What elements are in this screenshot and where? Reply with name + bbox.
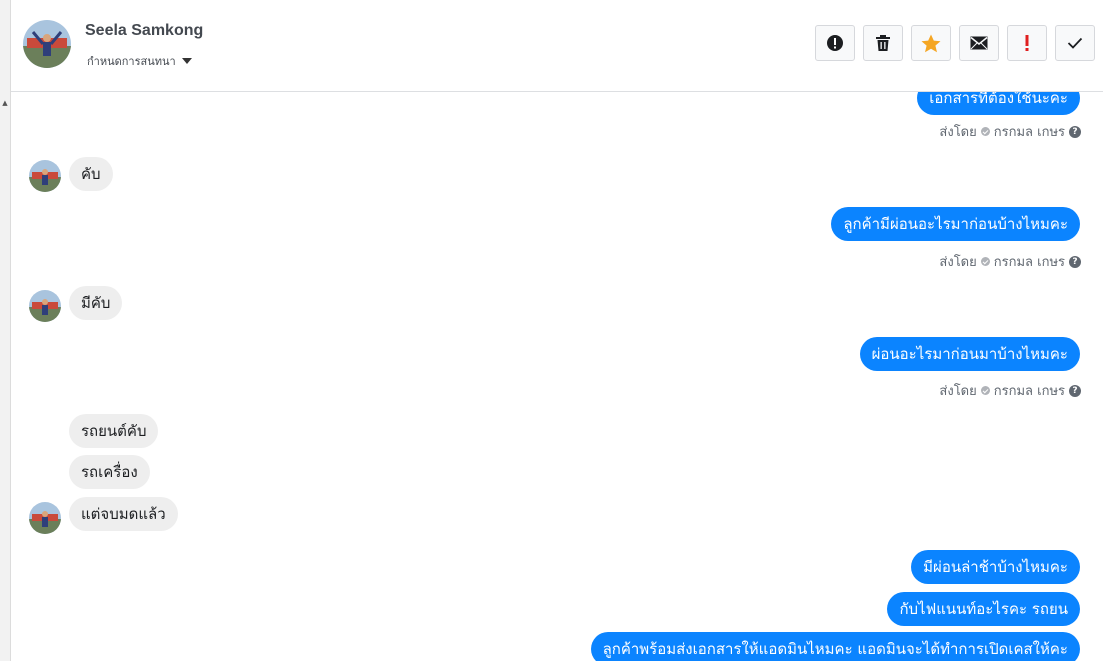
check-icon xyxy=(1067,37,1083,49)
incoming-message: รถยนต์คับ xyxy=(69,414,159,448)
outgoing-message: ผ่อนอะไรมาก่อนมาบ้างไหมคะ xyxy=(859,337,1080,371)
agent-name: กรกมล เกษร xyxy=(993,125,1065,140)
help-icon[interactable]: ? xyxy=(1069,255,1081,268)
agent-name: กรกมล เกษร xyxy=(993,255,1065,270)
trash-icon xyxy=(876,35,890,51)
action-toolbar xyxy=(815,25,1095,61)
delete-button[interactable] xyxy=(863,25,903,61)
contact-avatar[interactable] xyxy=(29,290,61,322)
exclamation-icon xyxy=(1025,35,1029,51)
incoming-message: แต่จบมดแล้ว xyxy=(69,497,178,531)
sent-by-info: ส่งโดย กรกมล เกษร ? xyxy=(939,121,1081,142)
star-button[interactable] xyxy=(911,25,951,61)
outgoing-message: กับไฟแนนท์อะไรคะ รถยน xyxy=(887,592,1080,626)
important-button[interactable] xyxy=(1007,25,1047,61)
conversation-header: Seela Samkong กำหนดการสนทนา xyxy=(11,0,1103,92)
sent-by-label: ส่งโดย xyxy=(939,125,977,140)
incoming-message: มีคับ xyxy=(69,286,123,320)
contact-avatar[interactable] xyxy=(29,502,61,534)
avatar[interactable] xyxy=(23,20,71,68)
outgoing-message: ลูกค้ามีผ่อนอะไรมาก่อนบ้างไหมคะ xyxy=(831,207,1080,241)
agent-name: กรกมล เกษร xyxy=(993,384,1065,399)
sent-by-info: ส่งโดย กรกมล เกษร ? xyxy=(939,380,1081,401)
exclamation-circle-icon xyxy=(827,35,843,51)
contact-name: Seela Samkong xyxy=(85,22,204,39)
contact-avatar[interactable] xyxy=(29,160,61,192)
check-circle-icon xyxy=(980,257,990,266)
help-icon[interactable]: ? xyxy=(1069,384,1081,397)
caret-down-icon xyxy=(181,58,192,64)
check-circle-icon xyxy=(980,386,990,395)
outgoing-message: ลูกค้าพร้อมส่งเอกสารให้แอดมินไหมคะ แอดมิ… xyxy=(590,632,1080,661)
incoming-message: คับ xyxy=(69,157,113,191)
report-spam-button[interactable] xyxy=(815,25,855,61)
check-circle-icon xyxy=(980,127,990,136)
message-thread[interactable]: เอกสารที่ต้องใช้นะคะ ส่งโดย กรกมล เกษร ?… xyxy=(11,92,1103,661)
star-icon xyxy=(921,34,941,52)
outgoing-message: เอกสารที่ต้องใช้นะคะ xyxy=(917,92,1080,115)
outgoing-message: มีผ่อนล่าช้าบ้างไหมคะ xyxy=(911,550,1080,584)
sent-by-label: ส่งโดย xyxy=(939,384,977,399)
mark-unread-button[interactable] xyxy=(959,25,999,61)
schedule-label: กำหนดการสนทนา xyxy=(87,55,176,68)
left-scrollbar[interactable]: ▲ xyxy=(0,0,11,661)
sent-by-label: ส่งโดย xyxy=(939,255,977,270)
sent-by-info: ส่งโดย กรกมล เกษร ? xyxy=(939,251,1081,272)
scroll-up-arrow-icon[interactable]: ▲ xyxy=(0,98,10,108)
envelope-icon xyxy=(970,36,988,50)
conversation-schedule-dropdown[interactable]: กำหนดการสนทนา xyxy=(87,52,192,70)
incoming-message: รถเครื่อง xyxy=(69,455,150,489)
done-button[interactable] xyxy=(1055,25,1095,61)
help-icon[interactable]: ? xyxy=(1069,125,1081,138)
